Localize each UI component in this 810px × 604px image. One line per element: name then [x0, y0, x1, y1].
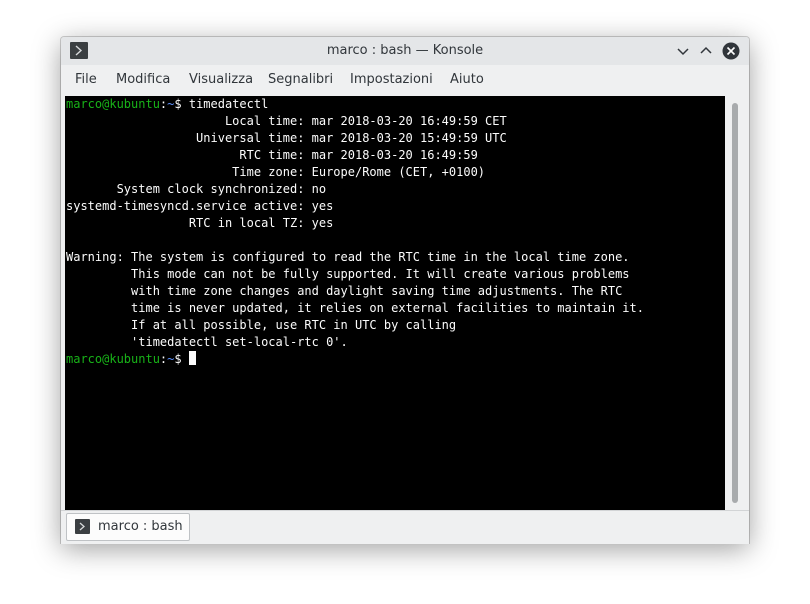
close-icon[interactable] [722, 42, 740, 60]
output-line: Time zone: Europe/Rome (CET, +0100) [66, 165, 486, 179]
output-line: Warning: The system is configured to rea… [66, 250, 630, 264]
title-bar[interactable]: marco : bash — Konsole [61, 37, 749, 65]
menu-modifica[interactable]: Modifica [116, 65, 170, 95]
output-line: Local time: mar 2018-03-20 16:49:59 CET [66, 114, 507, 128]
command-text: timedatectl [181, 97, 269, 111]
tab-bar: marco : bash [61, 510, 749, 544]
vertical-scrollbar[interactable] [725, 96, 749, 510]
text-cursor [188, 351, 196, 365]
prompt-symbol: $ [174, 97, 182, 111]
tab-label: marco : bash [98, 519, 183, 534]
konsole-icon [75, 519, 90, 534]
window-title: marco : bash — Konsole [326, 43, 484, 58]
minimize-icon[interactable] [674, 42, 692, 60]
menu-aiuto[interactable]: Aiuto [450, 65, 484, 95]
menu-visualizza[interactable]: Visualizza [189, 65, 253, 95]
menu-impostazioni[interactable]: Impostazioni [350, 65, 433, 95]
output-line: RTC time: mar 2018-03-20 16:49:59 [66, 148, 478, 162]
maximize-icon[interactable] [697, 42, 715, 60]
konsole-window: marco : bash — Konsole File Modifica Vis… [61, 37, 749, 544]
command-line: marco@kubuntu:~$ timedatectl [66, 96, 268, 113]
output-line: System clock synchronized: no [66, 182, 327, 196]
output-line: with time zone changes and daylight savi… [66, 284, 623, 298]
prompt-user-host: marco@kubuntu [66, 97, 160, 111]
output-line: Universal time: mar 2018-03-20 15:49:59 … [66, 131, 507, 145]
prompt-user-host: marco@kubuntu [66, 352, 160, 366]
output-line: RTC in local TZ: yes [66, 216, 334, 230]
menu-bar: File Modifica Visualizza Segnalibri Impo… [61, 65, 749, 95]
terminal-output[interactable]: marco@kubuntu:~$ timedatectl Local time:… [65, 96, 725, 510]
output-line: 'timedatectl set-local-rtc 0'. [66, 335, 348, 349]
menu-file[interactable]: File [75, 65, 97, 95]
tab-marco-bash[interactable]: marco : bash [66, 513, 190, 541]
prompt-symbol: $ [174, 352, 182, 366]
output-line: systemd-timesyncd.service active: yes [66, 199, 334, 213]
menu-segnalibri[interactable]: Segnalibri [268, 65, 333, 95]
prompt-line[interactable]: marco@kubuntu:~$ [66, 351, 196, 368]
output-line: This mode can not be fully supported. It… [66, 267, 630, 281]
output-line: If at all possible, use RTC in UTC by ca… [66, 318, 457, 332]
scrollbar-thumb[interactable] [732, 103, 738, 503]
output-line: time is never updated, it relies on exte… [66, 301, 644, 315]
